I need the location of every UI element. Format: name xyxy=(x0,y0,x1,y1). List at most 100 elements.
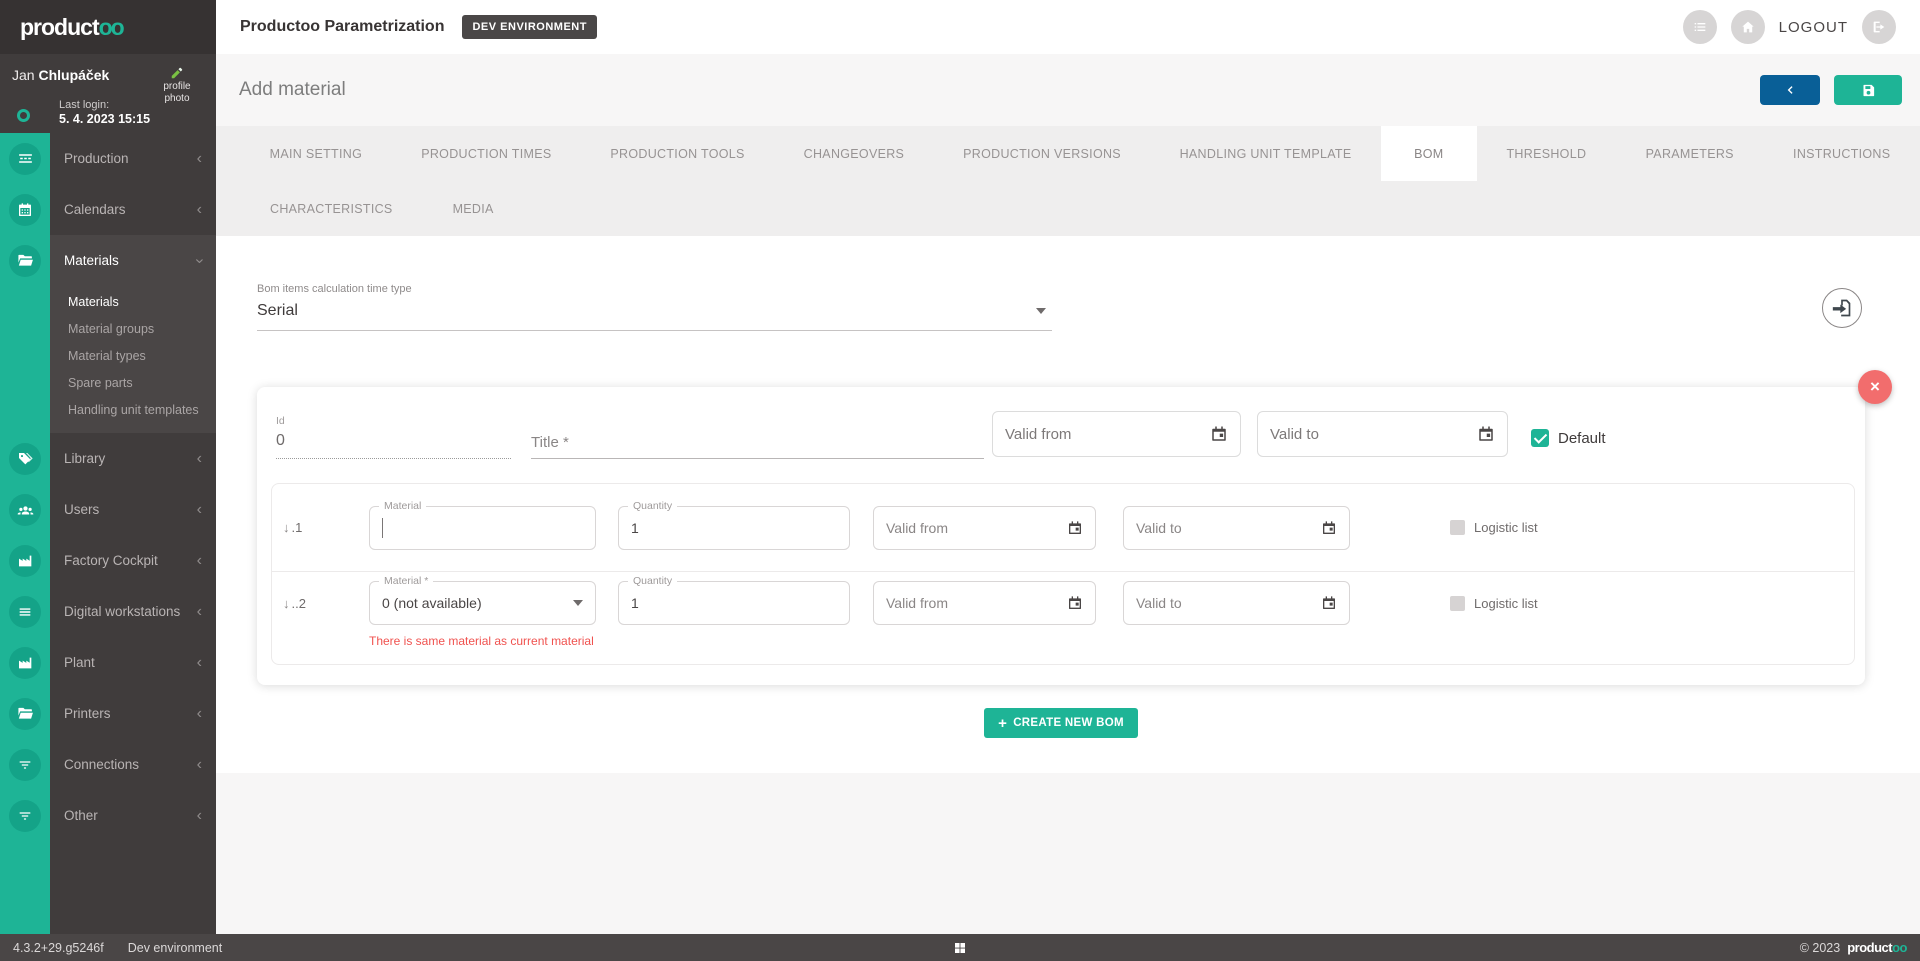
tabs-bar: MAIN SETTING PRODUCTION TIMES PRODUCTION… xyxy=(216,126,1920,236)
back-button[interactable] xyxy=(1760,75,1820,105)
factory-icon xyxy=(9,545,41,577)
sidebar-item-production[interactable]: Production ‹ xyxy=(0,133,216,184)
delete-bom-button[interactable]: × xyxy=(1858,370,1892,404)
chevron-left-icon: ‹ xyxy=(197,202,202,218)
logout-button[interactable] xyxy=(1862,10,1896,44)
valid-from-picker[interactable]: Valid from xyxy=(873,506,1096,550)
sidebar-item-materials[interactable]: Materials ‹ xyxy=(0,235,216,286)
chevron-left-icon: ‹ xyxy=(197,604,202,620)
sidebar-item-connections[interactable]: Connections ‹ xyxy=(0,739,216,790)
sidebar-item-other[interactable]: Other ‹ xyxy=(0,790,216,841)
sidebar-item-users[interactable]: Users ‹ xyxy=(0,484,216,535)
quantity-input[interactable] xyxy=(631,520,837,536)
sidebar-item-label: Materials xyxy=(64,253,119,268)
submenu-item-material-types[interactable]: Material types xyxy=(0,342,216,369)
title-input[interactable] xyxy=(531,427,984,459)
bom-tab-content: Bom items calculation time type Serial ×… xyxy=(216,236,1920,773)
valid-to-placeholder: Valid to xyxy=(1270,426,1319,443)
bom-item-row-2: ↓..2 Material * 0 (not available) Quanti… xyxy=(272,571,1854,664)
valid-from-picker[interactable]: Valid from xyxy=(873,581,1096,625)
quantity-label: Quantity xyxy=(628,575,677,587)
profile-photo-placeholder[interactable]: profile photo xyxy=(156,66,198,118)
app-version: 4.3.2+29.g5246f xyxy=(13,941,104,955)
tab-instructions[interactable]: INSTRUCTIONS xyxy=(1763,126,1920,181)
calendar-icon xyxy=(1321,595,1337,611)
bom-calc-time-type-select[interactable]: Bom items calculation time type Serial xyxy=(257,283,1052,331)
logo-band: productoo xyxy=(0,0,216,54)
filter-lines-icon xyxy=(9,749,41,781)
tab-parameters[interactable]: PARAMETERS xyxy=(1616,126,1763,181)
quantity-input[interactable] xyxy=(631,595,837,611)
tab-production-tools[interactable]: PRODUCTION TOOLS xyxy=(581,126,774,181)
filter-lines-icon xyxy=(9,800,41,832)
create-bom-wrap: + CREATE NEW BOM xyxy=(257,708,1865,738)
checkbox-unchecked-icon xyxy=(1450,520,1465,535)
tab-production-times[interactable]: PRODUCTION TIMES xyxy=(392,126,581,181)
valid-to-placeholder: Valid to xyxy=(1136,520,1182,536)
tab-media[interactable]: MEDIA xyxy=(423,181,524,236)
submenu-item-materials[interactable]: Materials xyxy=(0,288,216,315)
logistic-list-checkbox[interactable]: Logistic list xyxy=(1450,596,1538,611)
submenu-item-handling-unit-templates[interactable]: Handling unit templates xyxy=(0,396,216,423)
sidebar-item-digital-workstations[interactable]: Digital workstations ‹ xyxy=(0,586,216,637)
valid-from-placeholder: Valid from xyxy=(886,520,948,536)
page-header-actions xyxy=(1760,75,1902,105)
valid-to-picker[interactable]: Valid to xyxy=(1257,411,1508,457)
save-button[interactable] xyxy=(1834,75,1902,105)
quantity-label: Quantity xyxy=(628,500,677,512)
caret-down-icon xyxy=(573,600,583,606)
plus-icon: + xyxy=(998,715,1007,732)
tab-changeovers[interactable]: CHANGEOVERS xyxy=(774,126,934,181)
chevron-left-icon xyxy=(1783,83,1797,97)
valid-to-picker[interactable]: Valid to xyxy=(1123,506,1350,550)
tab-handling-unit-template[interactable]: HANDLING UNIT TEMPLATE xyxy=(1150,126,1381,181)
sidebar-item-label: Digital workstations xyxy=(64,604,180,619)
tab-threshold[interactable]: THRESHOLD xyxy=(1477,126,1616,181)
calendar-icon xyxy=(1067,520,1083,536)
logistic-list-checkbox[interactable]: Logistic list xyxy=(1450,520,1538,535)
import-bom-button[interactable] xyxy=(1822,288,1862,328)
default-checkbox[interactable]: Default xyxy=(1531,429,1606,447)
tab-main-setting[interactable]: MAIN SETTING xyxy=(240,126,392,181)
material-select[interactable]: Material * 0 (not available) xyxy=(369,581,596,625)
icon-cell xyxy=(0,194,50,226)
submenu-item-spare-parts[interactable]: Spare parts xyxy=(0,369,216,396)
icon-cell xyxy=(0,800,50,832)
tab-characteristics[interactable]: CHARACTERISTICS xyxy=(240,181,423,236)
sidebar-item-printers[interactable]: Printers ‹ xyxy=(0,688,216,739)
tags-icon xyxy=(9,443,41,475)
logo-accent: oo xyxy=(99,14,123,40)
list-menu-icon xyxy=(1692,19,1708,35)
icon-cell xyxy=(0,443,50,475)
users-icon xyxy=(9,494,41,526)
chevron-left-icon: ‹ xyxy=(197,553,202,569)
sidebar-item-library[interactable]: Library ‹ xyxy=(0,433,216,484)
tab-production-versions[interactable]: PRODUCTION VERSIONS xyxy=(934,126,1151,181)
sidebar-item-plant[interactable]: Plant ‹ xyxy=(0,637,216,688)
create-new-bom-label: CREATE NEW BOM xyxy=(1013,717,1124,729)
create-new-bom-button[interactable]: + CREATE NEW BOM xyxy=(984,708,1138,738)
tab-bom[interactable]: BOM xyxy=(1381,126,1477,181)
title-field xyxy=(531,427,984,459)
sidebar-item-calendars[interactable]: Calendars ‹ xyxy=(0,184,216,235)
home-icon xyxy=(1740,19,1756,35)
logo-text: product xyxy=(20,14,99,40)
submenu-item-material-groups[interactable]: Material groups xyxy=(0,315,216,342)
productoo-logo[interactable]: productoo xyxy=(20,14,123,41)
sidebar-item-label: Production xyxy=(64,151,129,166)
down-arrow-icon: ↓ xyxy=(283,520,290,535)
material-error-message: There is same material as current materi… xyxy=(369,634,1854,648)
logout-label[interactable]: LOGOUT xyxy=(1779,19,1848,36)
bom-items-panel: ↓.1 Material Quantity Valid from xyxy=(271,483,1855,665)
material-field[interactable]: Material xyxy=(369,506,596,550)
valid-to-picker[interactable]: Valid to xyxy=(1123,581,1350,625)
grid-icon[interactable] xyxy=(953,940,968,955)
sidebar-menu: Production ‹ Calendars ‹ Materials ‹ Mat… xyxy=(0,133,216,934)
sidebar-item-factory-cockpit[interactable]: Factory Cockpit ‹ xyxy=(0,535,216,586)
sidebar-item-label: Library xyxy=(64,451,105,466)
menu-list-button[interactable] xyxy=(1683,10,1717,44)
valid-from-picker[interactable]: Valid from xyxy=(992,411,1241,457)
home-button[interactable] xyxy=(1731,10,1765,44)
icon-cell xyxy=(0,494,50,526)
last-login: Last login: 5. 4. 2023 15:15 xyxy=(59,98,150,126)
